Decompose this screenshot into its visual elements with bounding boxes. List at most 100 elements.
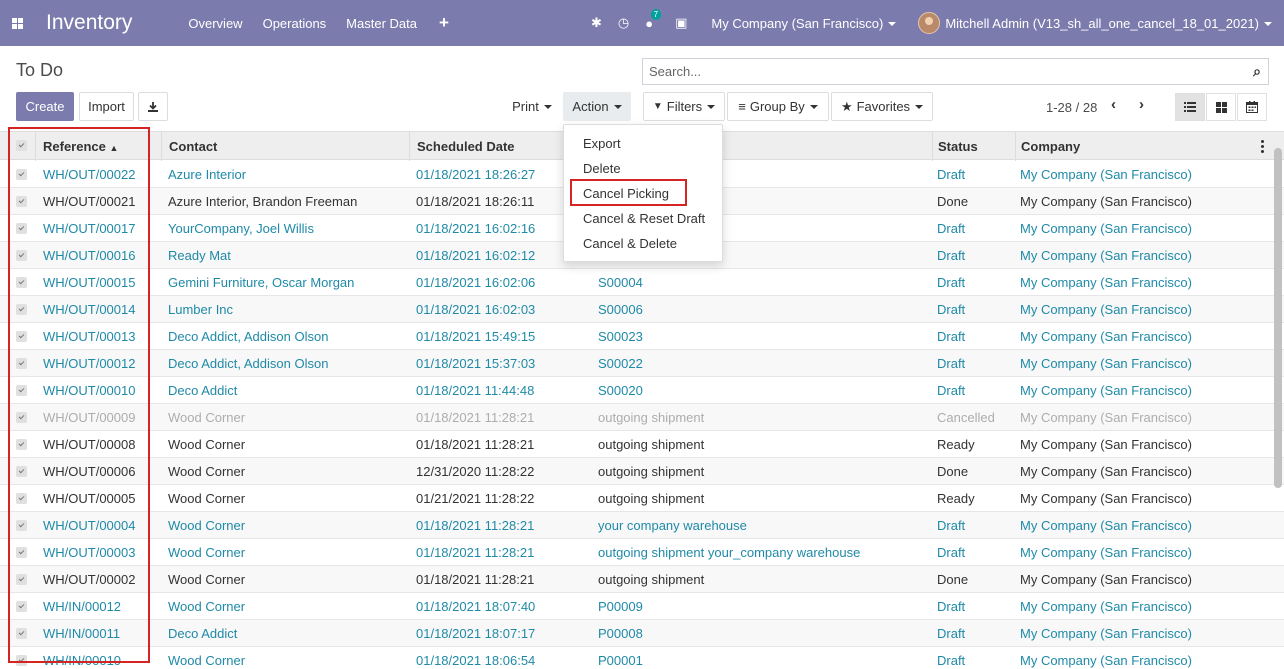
company-switcher[interactable]: My Company (San Francisco) [711, 16, 897, 31]
row-company: My Company (San Francisco) [1020, 221, 1192, 236]
row-status: Draft [937, 626, 966, 641]
row-scheduled-date: 01/18/2021 15:37:03 [416, 356, 536, 371]
row-source-document: outgoing shipment [598, 491, 705, 506]
table-row[interactable]: WH/OUT/00012 Deco Addict, Addison Olson 01… [0, 350, 1284, 377]
app-title[interactable]: Inventory [46, 11, 132, 35]
scrollbar[interactable] [1274, 148, 1282, 488]
action-cancel-reset-draft[interactable]: Cancel & Reset Draft [583, 211, 705, 226]
search-input[interactable] [643, 59, 1246, 84]
row-scheduled-date: 01/18/2021 18:07:40 [416, 599, 536, 614]
pager-value[interactable]: 1-28 / 28 [1046, 100, 1097, 115]
table-row[interactable]: WH/OUT/00014 Lumber Inc 01/18/2021 16:02:0… [0, 296, 1284, 323]
row-contact: Wood Corner [168, 653, 246, 668]
chevron-down-icon [888, 22, 897, 27]
table-row[interactable]: WH/OUT/00006 Wood Corner 12/31/2020 11:28:… [0, 458, 1284, 485]
row-status: Draft [937, 545, 966, 560]
row-status: Draft [937, 248, 966, 263]
avatar[interactable] [918, 12, 941, 34]
list-view-button[interactable] [1175, 93, 1205, 121]
row-scheduled-date: 01/18/2021 18:07:17 [416, 626, 536, 641]
table-row[interactable]: WH/IN/00012 Wood Corner 01/18/2021 18:07:4… [0, 593, 1284, 620]
group-by-dropdown[interactable]: ≡ Group By [727, 92, 829, 121]
chat-icon[interactable]: ● 7 [645, 8, 662, 31]
kanban-icon [1215, 101, 1227, 113]
bug-icon[interactable]: ✱ [591, 15, 602, 31]
create-button[interactable]: Create [16, 92, 74, 121]
row-contact: Deco Addict [168, 383, 238, 398]
row-source-document: outgoing shipment your_company warehouse [598, 545, 861, 560]
action-delete[interactable]: Delete [583, 161, 621, 176]
apps-menu-icon[interactable] [0, 0, 34, 46]
user-name: Mitchell Admin (V13_sh_all_one_cancel_18… [945, 15, 1259, 31]
row-scheduled-date: 01/18/2021 16:02:03 [416, 302, 536, 317]
plus-icon[interactable]: + [439, 13, 449, 33]
user-menu[interactable]: Mitchell Admin (V13_sh_all_one_cancel_18… [945, 16, 1272, 31]
header-company[interactable]: Company [1021, 139, 1080, 154]
row-contact: Gemini Furniture, Oscar Morgan [168, 275, 355, 290]
table-row[interactable]: WH/OUT/00013 Deco Addict, Addison Olson 01… [0, 323, 1284, 350]
header-status[interactable]: Status [938, 139, 978, 154]
chevron-down-icon [543, 104, 552, 109]
menu-overview[interactable]: Overview [188, 16, 242, 31]
row-scheduled-date: 01/21/2021 11:28:22 [416, 491, 535, 506]
action-export[interactable]: Export [583, 136, 621, 151]
row-scheduled-date: 01/18/2021 11:28:21 [416, 437, 535, 452]
table-row[interactable]: WH/IN/00010 Wood Corner 01/18/2021 18:06:5… [0, 647, 1284, 669]
header-scheduled-date[interactable]: Scheduled Date [417, 139, 515, 154]
favorites-dropdown[interactable]: ★ Favorites [831, 92, 933, 121]
menu-master-data[interactable]: Master Data [346, 16, 417, 31]
row-company: My Company (San Francisco) [1020, 653, 1192, 668]
download-button[interactable] [138, 92, 168, 121]
pager-next-icon[interactable]: › [1139, 96, 1144, 113]
print-dropdown[interactable]: Print [503, 92, 561, 121]
row-contact: Wood Corner [168, 599, 246, 614]
row-contact: Wood Corner [168, 545, 246, 560]
row-status: Done [937, 464, 969, 479]
row-status: Ready [937, 437, 975, 452]
row-scheduled-date: 01/18/2021 18:26:11 [416, 194, 535, 209]
row-scheduled-date: 01/18/2021 11:28:21 [416, 545, 535, 560]
table-row[interactable]: WH/OUT/00002 Wood Corner 01/18/2021 11:28:… [0, 566, 1284, 593]
action-label: Action [572, 99, 609, 114]
row-company: My Company (San Francisco) [1020, 383, 1192, 398]
row-company: My Company (San Francisco) [1020, 302, 1192, 317]
table-row[interactable]: WH/OUT/00004 Wood Corner 01/18/2021 11:28:… [0, 512, 1284, 539]
row-contact: Wood Corner [168, 437, 246, 452]
action-dropdown[interactable]: Action [563, 92, 631, 121]
notification-badge: 7 [650, 8, 662, 20]
table-row[interactable]: WH/OUT/00005 Wood Corner 01/21/2021 11:28:… [0, 485, 1284, 512]
table-row[interactable]: WH/OUT/00003 Wood Corner 01/18/2021 11:28:… [0, 539, 1284, 566]
clock-icon[interactable]: ◷ [618, 15, 629, 31]
filters-dropdown[interactable]: ▼ Filters [643, 92, 725, 121]
header-contact[interactable]: Contact [169, 139, 217, 154]
row-source-document: S00022 [598, 356, 643, 371]
row-source-document: outgoing shipment [598, 410, 705, 425]
row-contact: Wood Corner [168, 464, 246, 479]
row-scheduled-date: 01/18/2021 15:49:15 [416, 329, 536, 344]
row-scheduled-date: 01/18/2021 11:28:21 [416, 572, 535, 587]
table-row[interactable]: WH/OUT/00010 Deco Addict 01/18/2021 11:44:… [0, 377, 1284, 404]
calendar-view-button[interactable] [1237, 93, 1267, 121]
import-button[interactable]: Import [79, 92, 134, 121]
row-scheduled-date: 01/18/2021 16:02:06 [416, 275, 536, 290]
optional-columns-icon[interactable] [1261, 140, 1264, 153]
kanban-view-button[interactable] [1206, 93, 1236, 121]
row-scheduled-date: 12/31/2020 11:28:22 [416, 464, 535, 479]
action-cancel-delete[interactable]: Cancel & Delete [583, 236, 677, 251]
group-by-label: Group By [749, 99, 805, 114]
row-status: Draft [937, 275, 966, 290]
gift-icon[interactable]: ▣ [675, 15, 687, 31]
row-company: My Company (San Francisco) [1020, 518, 1192, 533]
table-row[interactable]: WH/OUT/00008 Wood Corner 01/18/2021 11:28:… [0, 431, 1284, 458]
menu-operations[interactable]: Operations [263, 16, 327, 31]
search-icon[interactable]: ⌕ [1246, 63, 1268, 80]
download-icon [148, 101, 158, 112]
chevron-down-icon [915, 104, 924, 109]
pager-previous-icon[interactable]: ‹ [1111, 96, 1116, 113]
table-row[interactable]: WH/OUT/00009 Wood Corner 01/18/2021 11:28:… [0, 404, 1284, 431]
table-row[interactable]: WH/OUT/00015 Gemini Furniture, Oscar Morg… [0, 269, 1284, 296]
row-company: My Company (San Francisco) [1020, 491, 1192, 506]
row-source-document: S00004 [598, 275, 643, 290]
row-company: My Company (San Francisco) [1020, 248, 1192, 263]
table-row[interactable]: WH/IN/00011 Deco Addict 01/18/2021 18:07:1… [0, 620, 1284, 647]
